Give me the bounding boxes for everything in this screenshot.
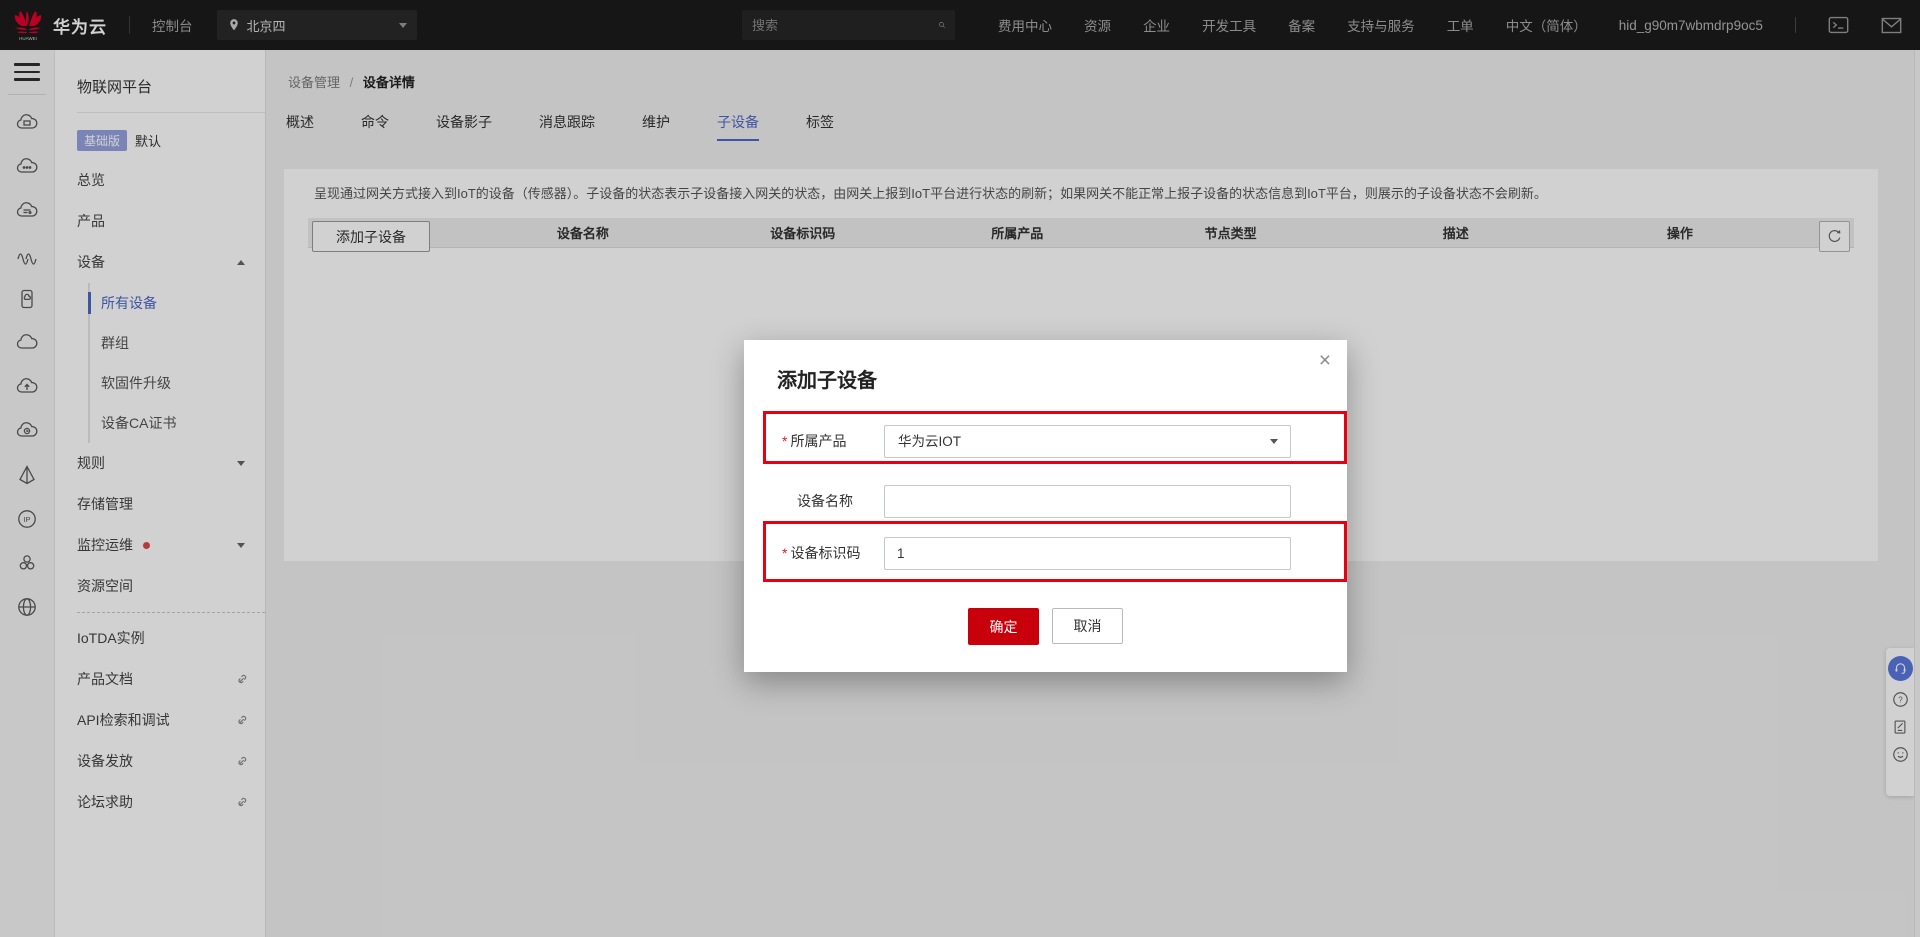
add-sub-device-dialog: × 添加子设备 *所属产品 华为云IOT 设备名称 *设备标识码 确定 取消 [744,340,1347,672]
dialog-title: 添加子设备 [777,364,877,393]
product-row: *所属产品 华为云IOT [744,425,1347,458]
device-code-input[interactable] [885,538,1290,569]
product-select[interactable]: 华为云IOT [884,425,1291,458]
required-asterisk: * [782,545,787,561]
confirm-button[interactable]: 确定 [968,608,1039,645]
dropdown-caret-icon [1270,439,1278,444]
device-code-field [884,537,1291,570]
device-code-row: *设备标识码 [744,537,1347,570]
required-asterisk: * [782,433,787,449]
field-label: 所属产品 [790,433,846,449]
close-icon[interactable]: × [1319,350,1331,371]
device-name-label: 设备名称 [782,485,882,518]
device-name-field [884,485,1291,518]
device-name-input[interactable] [885,486,1290,517]
product-label: *所属产品 [782,425,882,458]
device-code-label: *设备标识码 [782,537,882,570]
device-name-row: 设备名称 [744,485,1347,518]
field-label: 设备标识码 [790,545,860,561]
dialog-footer: 确定 取消 [744,608,1347,645]
cancel-button[interactable]: 取消 [1052,608,1123,644]
product-select-value: 华为云IOT [898,426,961,457]
